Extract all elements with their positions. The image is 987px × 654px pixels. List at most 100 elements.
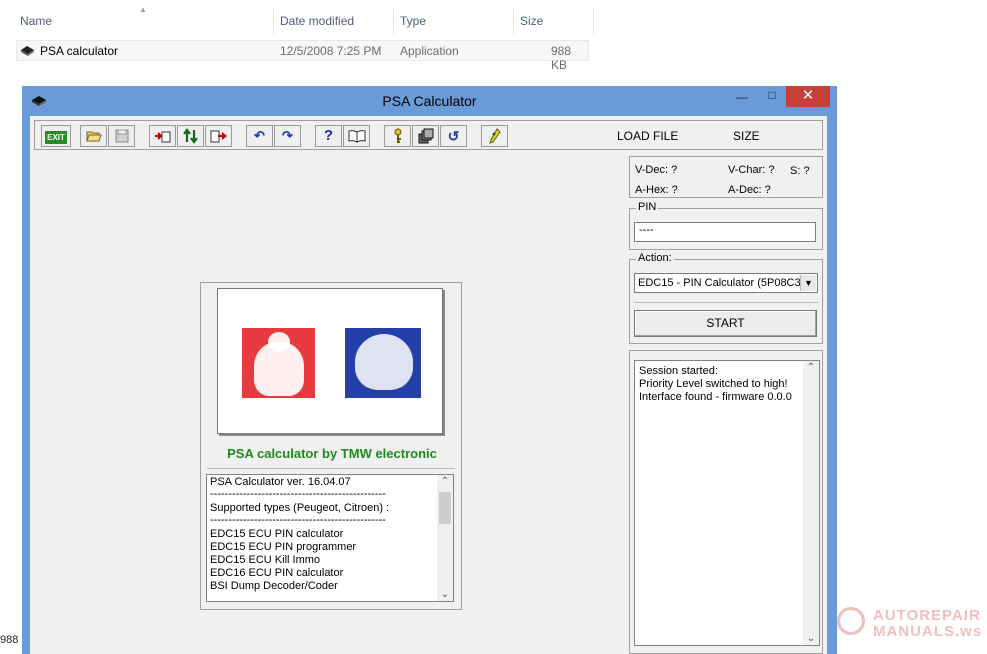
- action-select[interactable]: EDC15 - PIN Calculator (5P08C3) ▼: [634, 273, 818, 293]
- column-divider[interactable]: [513, 8, 514, 34]
- right-panel: V-Dec: ? V-Char: ? S: ? A-Hex: ? A-Dec: …: [629, 156, 823, 654]
- client-area: EXIT ↶ ↷ ? ↺ LOAD FILE SIZE PSA calculat…: [30, 116, 827, 654]
- log-line: Session started:: [639, 365, 718, 377]
- column-header-name[interactable]: Name: [20, 14, 52, 28]
- window-title: PSA Calculator: [382, 93, 477, 109]
- windows-button[interactable]: [412, 125, 439, 147]
- about-line: ----------------------------------------…: [210, 514, 386, 526]
- write-button[interactable]: [205, 125, 232, 147]
- explorer-header: ▲ Name Date modified Type Size: [0, 0, 987, 40]
- start-button[interactable]: START: [634, 310, 817, 337]
- undo-button[interactable]: ↶: [246, 125, 273, 147]
- manual-button[interactable]: [343, 125, 370, 147]
- v-dec-value: V-Dec: ?: [635, 164, 678, 176]
- read-chip-icon: [154, 131, 170, 143]
- log-group: Session started: Priority Level switched…: [629, 350, 823, 654]
- scroll-down-icon[interactable]: ⌄: [437, 589, 453, 600]
- toolbar: EXIT ↶ ↷ ? ↺ LOAD FILE SIZE: [34, 120, 823, 150]
- help-button[interactable]: ?: [315, 125, 342, 147]
- floppy-disk-icon: [115, 129, 128, 143]
- question-mark-icon: ?: [323, 127, 334, 144]
- file-name: PSA calculator: [40, 44, 119, 58]
- pin-label: PIN: [636, 201, 659, 213]
- open-book-icon: [348, 130, 365, 143]
- column-divider[interactable]: [273, 8, 274, 34]
- session-log[interactable]: Session started: Priority Level switched…: [634, 360, 820, 646]
- scroll-down-icon[interactable]: ⌄: [803, 633, 819, 644]
- watermark-line-1: AUTOREPAIR: [873, 607, 981, 624]
- log-line: Interface found - firmware 0.0.0: [639, 391, 792, 403]
- about-divider: [207, 468, 455, 469]
- file-row-psa-calculator[interactable]: PSA calculator 12/5/2008 7:25 PM Applica…: [16, 40, 589, 72]
- v-char-value: V-Char: ?: [728, 164, 775, 176]
- scroll-thumb[interactable]: [439, 492, 451, 524]
- about-line: EDC16 ECU PIN calculator: [210, 567, 344, 579]
- about-title: PSA calculator by TMW electronic: [227, 446, 437, 461]
- psa-calculator-window: PSA Calculator — □ ✕ EXIT ↶ ↷ ? ↺ LOAD F…: [22, 86, 837, 654]
- about-scrollbar[interactable]: ⌃ ⌄: [437, 475, 453, 601]
- about-info-listbox[interactable]: PSA Calculator ver. 16.04.07 -----------…: [206, 474, 454, 602]
- redo-button[interactable]: ↷: [274, 125, 301, 147]
- about-line: EDC15 ECU PIN calculator: [210, 528, 344, 540]
- logo-frame: [217, 288, 443, 434]
- write-chip-icon: [210, 130, 227, 143]
- log-line: Priority Level switched to high!: [639, 378, 788, 390]
- log-scrollbar[interactable]: ⌃ ⌄: [803, 361, 819, 645]
- exit-button[interactable]: EXIT: [41, 125, 71, 147]
- watermark-logo: AUTOREPAIR MANUALS.ws: [837, 605, 981, 645]
- column-header-type[interactable]: Type: [400, 14, 426, 28]
- save-file-button[interactable]: [108, 125, 135, 147]
- maximize-button[interactable]: □: [758, 88, 786, 109]
- cascade-windows-icon: [418, 128, 433, 144]
- action-divider: [634, 302, 818, 303]
- pin-input[interactable]: ----: [634, 222, 816, 242]
- chip-app-icon: [21, 46, 34, 56]
- column-divider[interactable]: [593, 8, 594, 34]
- refresh-button[interactable]: ↺: [440, 125, 467, 147]
- about-panel: PSA calculator by TMW electronic PSA Cal…: [200, 282, 462, 610]
- s-value: S: ?: [790, 165, 810, 177]
- load-file-label: LOAD FILE: [617, 129, 679, 143]
- key-icon: [394, 128, 401, 143]
- transfer-button[interactable]: [177, 125, 204, 147]
- about-line: Supported types (Peugeot, Citroen) :: [210, 502, 390, 514]
- dropdown-arrow-icon[interactable]: ▼: [800, 275, 816, 291]
- sort-ascending-icon: ▲: [139, 5, 147, 14]
- column-header-size[interactable]: Size: [520, 14, 543, 28]
- citroen-logo-image: [345, 328, 421, 398]
- about-line: EDC15 ECU Kill Immo: [210, 554, 321, 566]
- settings-button[interactable]: [384, 125, 411, 147]
- close-button[interactable]: ✕: [786, 86, 830, 107]
- main-work-area: PSA calculator by TMW electronic PSA Cal…: [34, 156, 626, 650]
- watermark-line-2: MANUALS.ws: [873, 623, 983, 640]
- open-file-button[interactable]: [80, 125, 107, 147]
- action-group: Action: EDC15 - PIN Calculator (5P08C3) …: [629, 252, 823, 344]
- minimize-button[interactable]: —: [728, 90, 756, 111]
- column-header-date-modified[interactable]: Date modified: [280, 14, 354, 28]
- redo-icon: ↷: [282, 128, 293, 143]
- refresh-icon: ↺: [447, 128, 460, 144]
- file-type: Application: [400, 44, 459, 58]
- action-selected-value: EDC15 - PIN Calculator (5P08C3): [638, 277, 805, 289]
- scroll-up-icon[interactable]: ⌃: [437, 476, 453, 487]
- file-date-modified: 12/5/2008 7:25 PM: [280, 44, 382, 58]
- about-line: PSA Calculator ver. 16.04.07: [210, 476, 351, 488]
- watermark-circle-icon: [837, 607, 865, 635]
- a-dec-value: A-Dec: ?: [728, 184, 771, 196]
- info-pencil-icon: [488, 128, 501, 144]
- about-line: ----------------------------------------…: [210, 488, 386, 500]
- file-size: 988 KB: [551, 44, 572, 72]
- about-line: EDC15 ECU PIN programmer: [210, 541, 357, 553]
- folder-open-icon: [85, 131, 102, 142]
- title-bar[interactable]: PSA Calculator — □ ✕: [22, 86, 837, 116]
- column-divider[interactable]: [393, 8, 394, 34]
- undo-icon: ↶: [254, 128, 265, 143]
- a-hex-value: A-Hex: ?: [635, 184, 678, 196]
- exit-icon: EXIT: [45, 131, 67, 144]
- about-line: BSI Dump Decoder/Coder: [210, 580, 338, 592]
- peugeot-logo-image: [242, 328, 315, 398]
- info-button[interactable]: [481, 125, 508, 147]
- read-button[interactable]: [149, 125, 176, 147]
- scroll-up-icon[interactable]: ⌃: [803, 362, 819, 373]
- size-label: SIZE: [733, 129, 760, 143]
